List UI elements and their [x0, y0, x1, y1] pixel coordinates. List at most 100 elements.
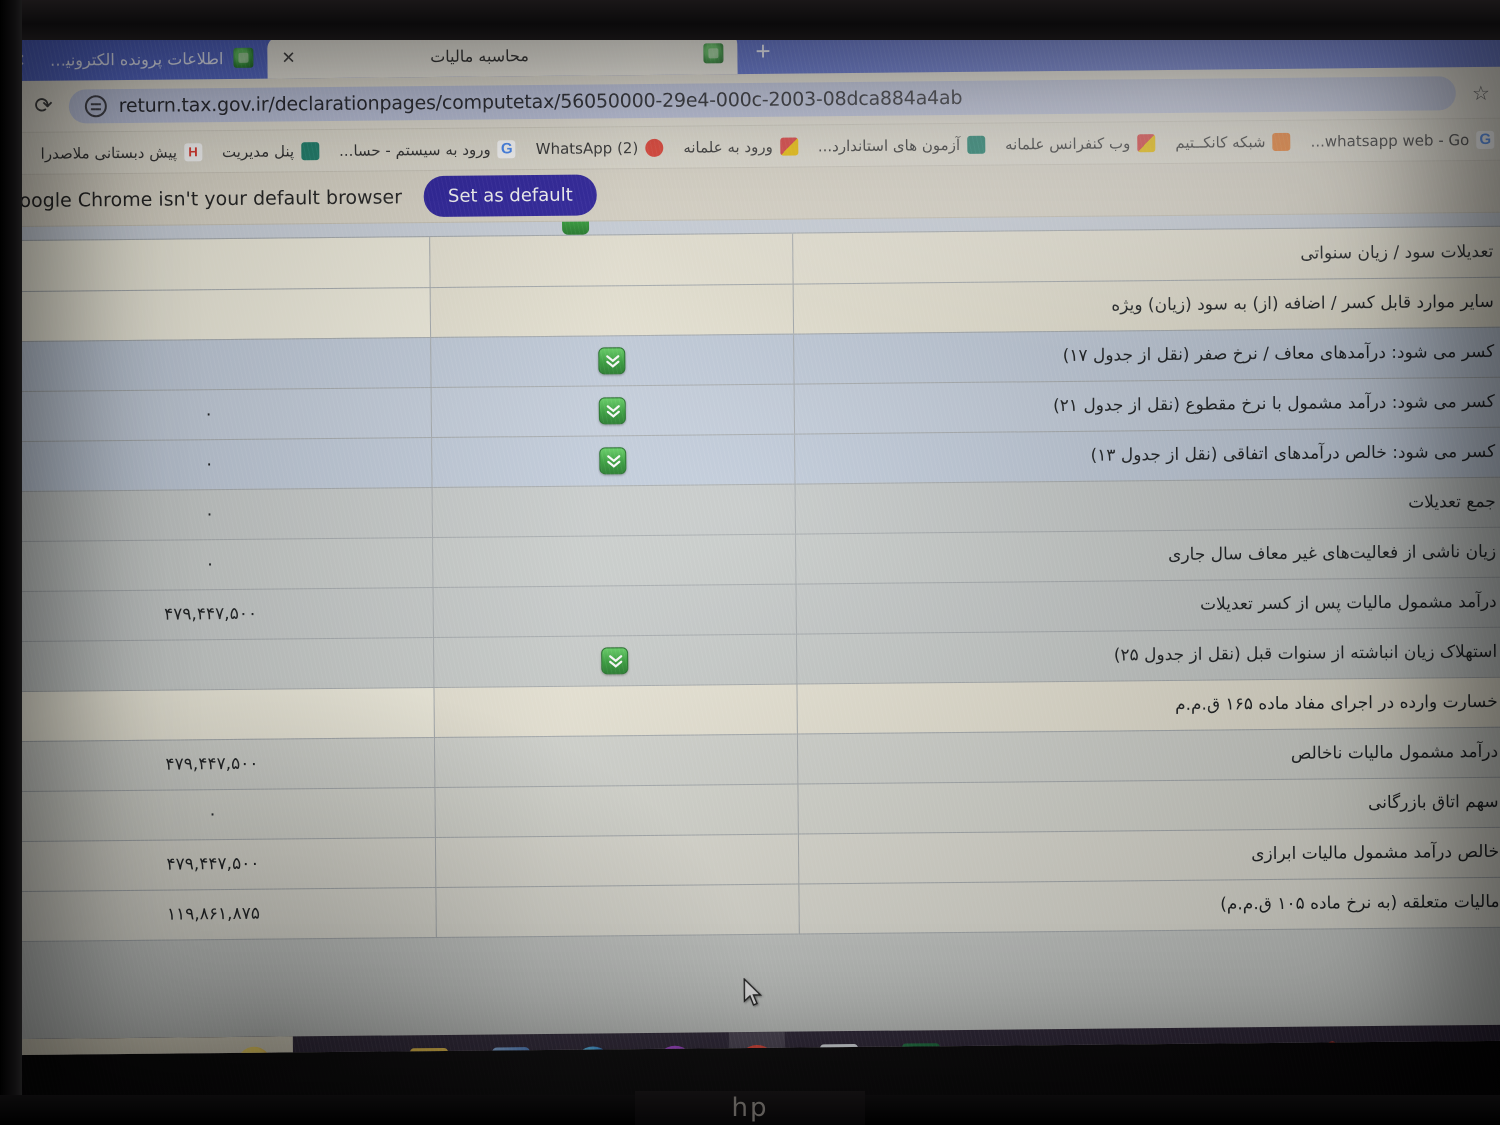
- row-spacer-cell: [434, 733, 798, 788]
- tax-computation-page: تعدیلات سود / زیان سنواتی سایر موارد قابل…: [0, 212, 1500, 1040]
- tab-title: محاسبه مالیات: [430, 45, 529, 66]
- row-label: سهم اتاق بازرگانی: [797, 776, 1500, 834]
- bookmark-item[interactable]: (2) WhatsApp: [536, 138, 664, 158]
- bookmark-item[interactable]: وب کنفرانس علمانه: [1004, 133, 1156, 154]
- flag-icon: [779, 137, 798, 156]
- taskbar-app-calculator[interactable]: [811, 1031, 868, 1056]
- row-value[interactable]: ۰: [0, 487, 433, 542]
- browser-tab-inactive[interactable]: اطلاعات پرونده الکترونیک عملکرد ✕: [0, 37, 268, 82]
- row-value[interactable]: [0, 287, 431, 342]
- bookmark-label: ورود به سیستم - حسا...: [339, 139, 491, 160]
- site-info-icon[interactable]: [84, 94, 107, 117]
- chevron-down-icon[interactable]: [599, 446, 627, 474]
- chevron-down-icon[interactable]: [601, 646, 629, 674]
- taskbar-app-excel[interactable]: X: [893, 1030, 950, 1056]
- row-label: سایر موارد قابل کسر / اضافه (از) به سود …: [793, 276, 1500, 334]
- bookmark-item[interactable]: H پیش دبستانی ملاصدرا: [41, 142, 203, 162]
- bookmark-label: شبکه کانکــتیم: [1175, 132, 1266, 152]
- row-value[interactable]: [0, 337, 431, 392]
- forward-icon[interactable]: →: [0, 94, 18, 119]
- set-as-default-button[interactable]: Set as default: [423, 174, 597, 218]
- bookmark-item[interactable]: پنل مدیریت: [222, 141, 320, 161]
- bookmark-item[interactable]: ورود به علمانه: [683, 137, 798, 156]
- taskbar-app-media-app[interactable]: [647, 1032, 704, 1056]
- bookmark-item[interactable]: شبکه کانکــتیم: [1175, 132, 1291, 152]
- bookmark-label: whatsapp web - Go...: [1310, 130, 1470, 151]
- task-view-icon[interactable]: [328, 1049, 366, 1056]
- row-value[interactable]: ۰: [0, 437, 432, 492]
- row-value[interactable]: [0, 237, 430, 292]
- taskbar-app-snip-tool[interactable]: [483, 1034, 540, 1056]
- bookmark-label: ورود به علمانه: [683, 137, 773, 157]
- snip-tool-icon[interactable]: [491, 1047, 531, 1056]
- bookmark-star-icon[interactable]: ☆: [1472, 80, 1490, 104]
- close-icon[interactable]: ✕: [11, 50, 25, 69]
- bookmark-item[interactable]: آزمون های استاندارد...: [818, 135, 986, 155]
- hp-logo: hp: [731, 1093, 769, 1123]
- row-value[interactable]: ۰: [0, 787, 435, 842]
- row-spacer-cell: [432, 583, 797, 638]
- flag-icon: [1137, 133, 1156, 152]
- weather-temperature[interactable]: 93°F: [1348, 1047, 1393, 1055]
- screen-content: اطلاعات پرونده الکترونیک عملکرد ✕ محاسبه…: [0, 10, 1500, 1056]
- sun-icon: [1308, 1044, 1337, 1056]
- orange-book-icon: [1272, 132, 1291, 151]
- monitor-stand: hp: [635, 1091, 865, 1125]
- row-spacer-cell: [429, 233, 794, 288]
- row-value[interactable]: [0, 687, 435, 742]
- monitor-bezel-bottom: [0, 1095, 1500, 1125]
- chevron-up-icon[interactable]: ⌃: [1476, 1045, 1499, 1055]
- row-expand-cell: [430, 333, 794, 388]
- chrome-icon[interactable]: [737, 1044, 777, 1056]
- row-value[interactable]: ۰: [0, 537, 433, 592]
- new-tab-button[interactable]: +: [755, 36, 770, 66]
- monitor-photo: اطلاعات پرونده الکترونیک عملکرد ✕ محاسبه…: [0, 0, 1500, 1125]
- row-label: خسارت وارده در اجرای مفاد ماده ۱۶۵ ق.م.م: [796, 676, 1500, 734]
- row-label: مالیات متعلقه (به نرخ ماده ۱۰۵ ق.م.م): [798, 876, 1500, 934]
- row-value[interactable]: ۰: [0, 387, 432, 442]
- row-spacer-cell: [434, 783, 799, 838]
- browser-tab-active[interactable]: محاسبه مالیات ✕: [267, 32, 738, 79]
- row-expand-cell: [430, 383, 795, 438]
- tax-logo-icon: [233, 47, 254, 68]
- tax-table: تعدیلات سود / زیان سنواتی سایر موارد قابل…: [0, 226, 1500, 942]
- reload-icon[interactable]: ⟳: [34, 93, 53, 118]
- globe-icon: [301, 141, 320, 160]
- taskbar-app-task-view[interactable]: [319, 1036, 376, 1056]
- tax-logo-icon: [703, 43, 724, 64]
- taskbar-search-box[interactable]: Type here to search: [0, 1036, 294, 1056]
- edge-icon[interactable]: [573, 1046, 613, 1056]
- row-spacer-cell: [429, 283, 794, 338]
- row-value[interactable]: [0, 637, 434, 692]
- red-alert-icon: [645, 138, 664, 157]
- store-icon[interactable]: [409, 1047, 449, 1056]
- row-label: کسر می شود: خالص درآمدهای اتفاقی (نقل از…: [794, 426, 1500, 484]
- row-label: زیان ناشی از فعالیت‌های غیر معاف سال جار…: [795, 526, 1500, 584]
- row-value[interactable]: ۴۷۹,۴۴۷,۵۰۰: [0, 587, 434, 642]
- row-value[interactable]: ۴۷۹,۴۴۷,۵۰۰: [0, 737, 435, 792]
- bookmark-item[interactable]: KarinoMeet - 20: [0, 144, 21, 163]
- calculator-icon[interactable]: [819, 1043, 859, 1056]
- bookmark-item[interactable]: G whatsapp web - Go...: [1310, 130, 1495, 151]
- taskbar-app-store[interactable]: [401, 1035, 458, 1056]
- excel-icon[interactable]: X: [901, 1043, 941, 1056]
- karino-icon: [2, 144, 21, 163]
- weather-condition[interactable]: Sunny: [1405, 1046, 1465, 1055]
- bookmark-item[interactable]: G ورود به سیستم - حسا...: [339, 139, 516, 160]
- url-text: return.tax.gov.ir/declarationpages/compu…: [118, 86, 963, 117]
- close-icon[interactable]: ✕: [281, 48, 295, 67]
- row-spacer-cell: [435, 883, 800, 938]
- row-label: جمع تعدیلات: [794, 476, 1500, 534]
- row-value[interactable]: ۱۱۹,۸۶۱,۸۷۵: [0, 887, 436, 942]
- row-label: درآمد مشمول مالیات ناخالص: [797, 726, 1500, 784]
- media-app-icon[interactable]: [655, 1045, 695, 1056]
- taskbar-app-chrome[interactable]: [728, 1031, 786, 1056]
- bookmark-label: وب کنفرانس علمانه: [1004, 133, 1131, 154]
- chevron-down-icon[interactable]: [598, 346, 626, 374]
- row-value[interactable]: ۴۷۹,۴۴۷,۵۰۰: [0, 837, 436, 892]
- address-bar[interactable]: return.tax.gov.ir/declarationpages/compu…: [68, 75, 1457, 124]
- google-icon: G: [1476, 130, 1495, 149]
- chevron-down-icon[interactable]: [598, 396, 627, 424]
- row-expand-cell: [431, 433, 795, 488]
- taskbar-app-edge[interactable]: [565, 1033, 622, 1056]
